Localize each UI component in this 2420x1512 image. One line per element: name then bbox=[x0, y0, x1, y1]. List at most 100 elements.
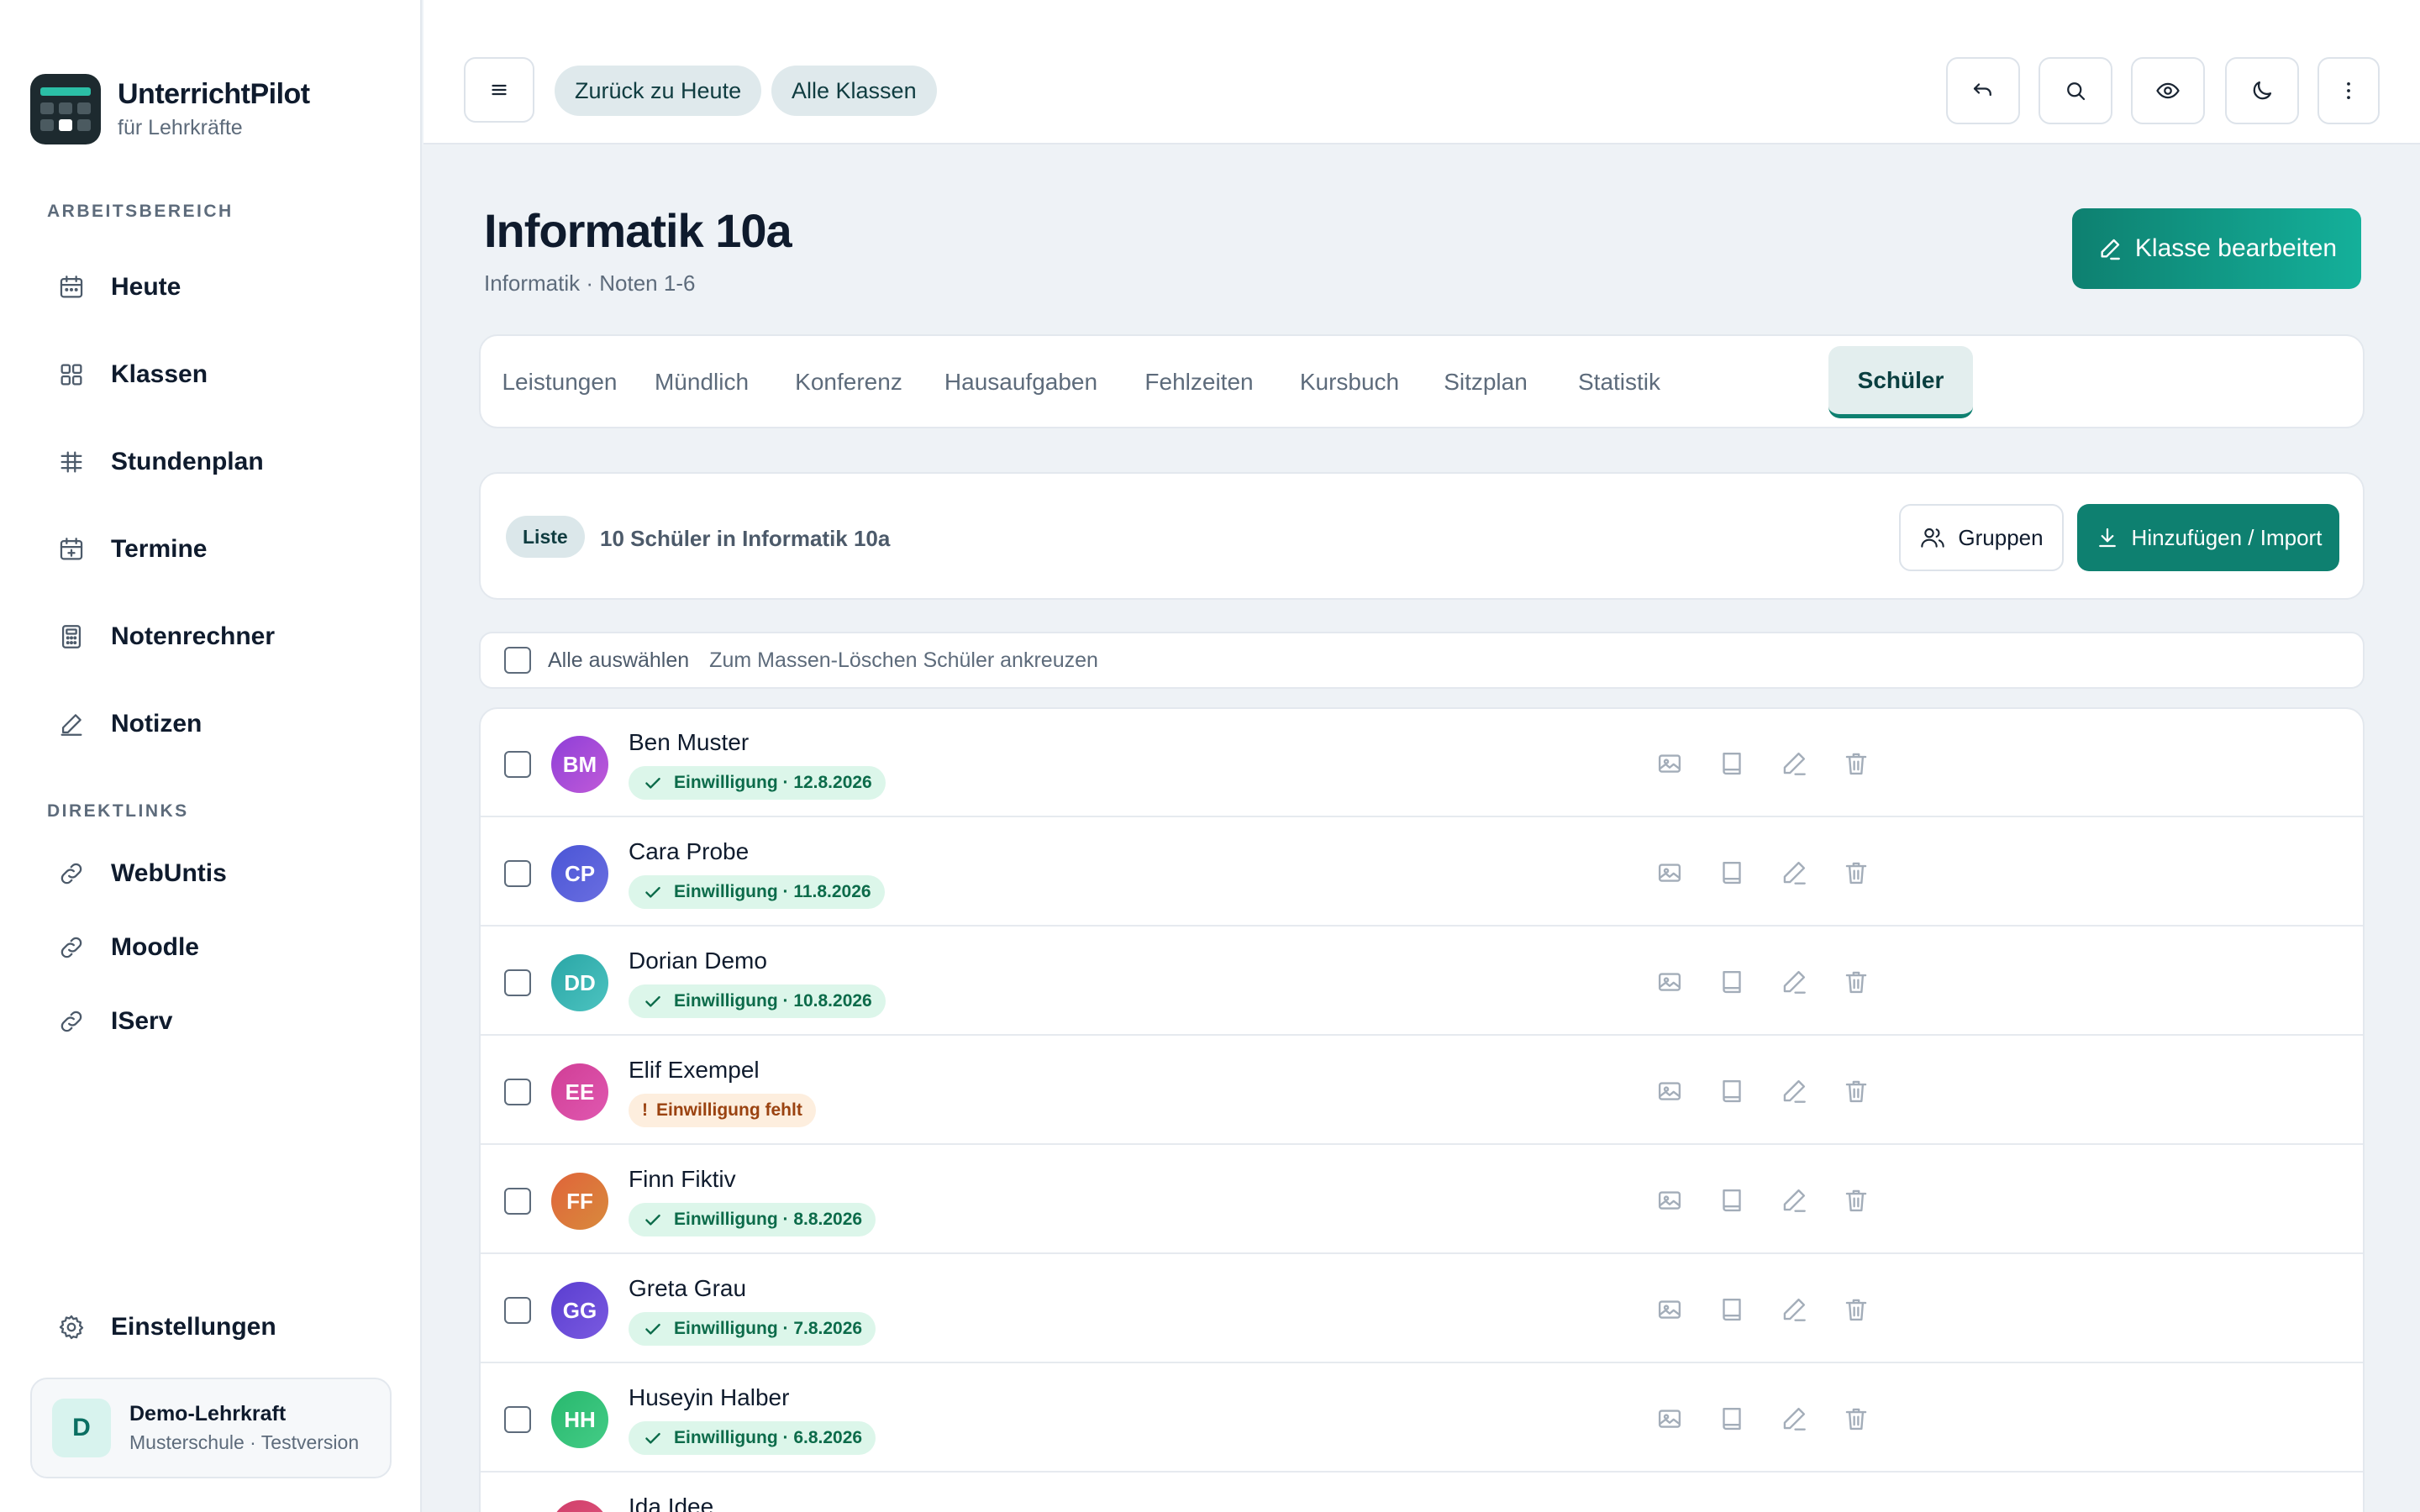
student-initials: DD bbox=[564, 969, 596, 995]
book-icon[interactable] bbox=[1716, 1075, 1748, 1107]
student-checkbox[interactable] bbox=[504, 1297, 531, 1324]
more-button[interactable] bbox=[2317, 57, 2380, 124]
student-row[interactable]: FF Finn Fiktiv Einwilligung · 8.8.2026 bbox=[481, 1146, 2363, 1254]
image-icon[interactable] bbox=[1654, 748, 1686, 780]
sidebar-item-stundenplan[interactable]: Stundenplan bbox=[30, 432, 392, 492]
trash-icon[interactable] bbox=[1840, 857, 1872, 889]
sidebar-link-webuntis[interactable]: WebUntis bbox=[30, 843, 392, 904]
student-checkbox[interactable] bbox=[504, 969, 531, 996]
sidebar-item-notenrechner[interactable]: Notenrechner bbox=[30, 606, 392, 667]
sidebar-item-klassen[interactable]: Klassen bbox=[30, 344, 392, 405]
book-icon[interactable] bbox=[1716, 748, 1748, 780]
tab-kursbuch[interactable]: Kursbuch bbox=[1289, 346, 1410, 418]
student-name[interactable]: Huseyin Halber bbox=[629, 1384, 789, 1411]
trash-icon[interactable] bbox=[1840, 1075, 1872, 1107]
student-checkbox[interactable] bbox=[504, 1188, 531, 1215]
edit-icon[interactable] bbox=[1778, 1184, 1810, 1216]
tab-konferenz[interactable]: Konferenz bbox=[781, 346, 916, 418]
brand-subtitle: für Lehrkräfte bbox=[118, 116, 243, 139]
student-name[interactable]: Cara Probe bbox=[629, 838, 749, 865]
row-actions bbox=[1654, 1294, 1902, 1326]
groups-button[interactable]: Gruppen bbox=[1899, 504, 2064, 571]
link-icon bbox=[57, 859, 86, 888]
tab-schueler[interactable]: Schüler bbox=[1828, 346, 1973, 418]
sidebar-item-label: Notizen bbox=[111, 710, 203, 738]
select-all-checkbox[interactable] bbox=[504, 647, 531, 674]
tab-fehlzeiten[interactable]: Fehlzeiten bbox=[1126, 346, 1272, 418]
student-row[interactable]: CP Cara Probe Einwilligung · 11.8.2026 bbox=[481, 818, 2363, 927]
consent-badge: Einwilligung · 7.8.2026 bbox=[629, 1312, 876, 1346]
check-icon bbox=[642, 1209, 674, 1231]
image-icon[interactable] bbox=[1654, 966, 1686, 998]
sidebar-item-termine[interactable]: Termine bbox=[30, 519, 392, 580]
student-row[interactable]: BM Ben Muster Einwilligung · 12.8.2026 bbox=[481, 709, 2363, 817]
tab-statistik[interactable]: Statistik bbox=[1561, 346, 1677, 418]
consent-text: Einwilligung · 7.8.2026 bbox=[674, 1319, 863, 1338]
sidebar-link-moodle[interactable]: Moodle bbox=[30, 917, 392, 978]
edit-icon[interactable] bbox=[1778, 966, 1810, 998]
book-icon[interactable] bbox=[1716, 1184, 1748, 1216]
student-row[interactable]: GG Greta Grau Einwilligung · 7.8.2026 bbox=[481, 1255, 2363, 1363]
edit-class-button[interactable]: Klasse bearbeiten bbox=[2072, 208, 2361, 289]
image-icon[interactable] bbox=[1654, 857, 1686, 889]
student-row[interactable]: DD Dorian Demo Einwilligung · 10.8.2026 bbox=[481, 927, 2363, 1036]
student-name[interactable]: Dorian Demo bbox=[629, 948, 767, 974]
student-avatar: DD bbox=[551, 954, 608, 1011]
book-icon[interactable] bbox=[1716, 1403, 1748, 1435]
image-icon[interactable] bbox=[1654, 1294, 1686, 1326]
download-icon bbox=[2095, 525, 2120, 550]
tab-hausaufgaben[interactable]: Hausaufgaben bbox=[933, 346, 1109, 418]
trash-icon[interactable] bbox=[1840, 966, 1872, 998]
student-row[interactable]: HH Huseyin Halber Einwilligung · 6.8.202… bbox=[481, 1364, 2363, 1473]
add-import-button[interactable]: Hinzufügen / Import bbox=[2077, 504, 2339, 571]
all-classes-button[interactable]: Alle Klassen bbox=[771, 66, 937, 116]
select-all-label[interactable]: Alle auswählen bbox=[548, 648, 689, 673]
sidebar-item-heute[interactable]: Heute bbox=[30, 257, 392, 318]
sidebar-link-iserv[interactable]: IServ bbox=[30, 991, 392, 1052]
student-name[interactable]: Elif Exempel bbox=[629, 1057, 760, 1084]
image-icon[interactable] bbox=[1654, 1075, 1686, 1107]
dark-mode-button[interactable] bbox=[2225, 57, 2299, 124]
consent-text: Einwilligung · 8.8.2026 bbox=[674, 1210, 863, 1229]
sidebar-item-einstellungen[interactable]: Einstellungen bbox=[30, 1297, 392, 1357]
edit-icon[interactable] bbox=[1778, 857, 1810, 889]
image-icon[interactable] bbox=[1654, 1184, 1686, 1216]
undo-button[interactable] bbox=[1946, 57, 2020, 124]
menu-button[interactable] bbox=[464, 57, 534, 123]
brand[interactable]: UnterrichtPilot für Lehrkräfte bbox=[30, 74, 310, 144]
trash-icon[interactable] bbox=[1840, 1403, 1872, 1435]
image-icon[interactable] bbox=[1654, 1403, 1686, 1435]
edit-icon[interactable] bbox=[1778, 748, 1810, 780]
preview-button[interactable] bbox=[2131, 57, 2205, 124]
tab-leistungen[interactable]: Leistungen bbox=[497, 346, 622, 418]
student-name[interactable]: Finn Fiktiv bbox=[629, 1166, 736, 1193]
edit-class-label: Klasse bearbeiten bbox=[2134, 234, 2338, 262]
student-initials: CP bbox=[564, 860, 596, 886]
student-checkbox[interactable] bbox=[504, 751, 531, 778]
tab-muendlich[interactable]: Mündlich bbox=[639, 346, 765, 418]
warning-icon: ! bbox=[642, 1100, 648, 1120]
student-name[interactable]: Greta Grau bbox=[629, 1275, 746, 1302]
sidebar-item-notizen[interactable]: Notizen bbox=[30, 694, 392, 754]
user-card[interactable]: D Demo-Lehrkraft Musterschule · Testvers… bbox=[30, 1378, 392, 1478]
student-row[interactable]: II Ida Idee bbox=[481, 1473, 2363, 1512]
trash-icon[interactable] bbox=[1840, 1294, 1872, 1326]
trash-icon[interactable] bbox=[1840, 748, 1872, 780]
back-to-today-button[interactable]: Zurück zu Heute bbox=[555, 66, 762, 116]
student-checkbox[interactable] bbox=[504, 860, 531, 887]
book-icon[interactable] bbox=[1716, 857, 1748, 889]
tab-sitzplan[interactable]: Sitzplan bbox=[1427, 346, 1544, 418]
student-row[interactable]: EE Elif Exempel ! Einwilligung fehlt bbox=[481, 1037, 2363, 1145]
search-button[interactable] bbox=[2039, 57, 2112, 124]
consent-badge: Einwilligung · 8.8.2026 bbox=[629, 1203, 876, 1236]
edit-icon[interactable] bbox=[1778, 1075, 1810, 1107]
student-checkbox[interactable] bbox=[504, 1079, 531, 1105]
student-name[interactable]: Ida Idee bbox=[629, 1494, 713, 1512]
edit-icon[interactable] bbox=[1778, 1294, 1810, 1326]
book-icon[interactable] bbox=[1716, 1294, 1748, 1326]
student-checkbox[interactable] bbox=[504, 1406, 531, 1433]
student-name[interactable]: Ben Muster bbox=[629, 729, 749, 756]
book-icon[interactable] bbox=[1716, 966, 1748, 998]
trash-icon[interactable] bbox=[1840, 1184, 1872, 1216]
edit-icon[interactable] bbox=[1778, 1403, 1810, 1435]
